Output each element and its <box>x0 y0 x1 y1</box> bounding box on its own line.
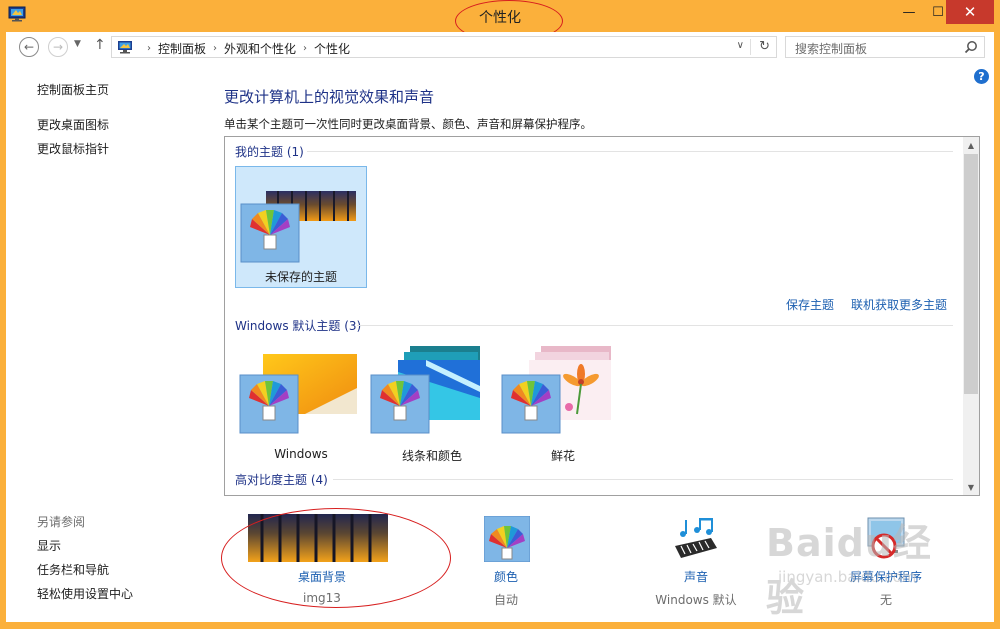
theme-windows[interactable]: Windows <box>235 342 367 464</box>
theme-lines-colors[interactable]: 线条和颜色 <box>366 342 498 464</box>
sidebar-item-taskbar[interactable]: 任务栏和导航 <box>37 561 109 578</box>
sidebar-item-ease-of-access[interactable]: 轻松使用设置中心 <box>37 585 133 602</box>
high-contrast-group-title: 高对比度主题 (4) <box>235 473 328 487</box>
theme-thumbnail <box>239 354 357 434</box>
sound-icon <box>675 518 717 558</box>
sidebar-item-display[interactable]: 显示 <box>37 537 61 554</box>
recent-locations-dropdown[interactable]: ▼ <box>74 39 81 49</box>
search-input[interactable]: 搜索控制面板 <box>785 36 985 58</box>
get-more-themes-link[interactable]: 联机获取更多主题 <box>851 296 947 313</box>
screensaver-label[interactable]: 屏幕保护程序 <box>836 568 936 585</box>
close-button[interactable]: ✕ <box>946 0 994 24</box>
screensaver-setting[interactable]: 屏幕保护程序 无 <box>836 514 936 610</box>
theme-name: 线条和颜色 <box>401 449 462 463</box>
sidebar-item-desktop-icons[interactable]: 更改桌面图标 <box>37 116 109 133</box>
page-description: 单击某个主题可一次性同时更改桌面背景、颜色、声音和屏幕保护程序。 <box>224 117 592 131</box>
breadcrumb: › 控制面板 › 外观和个性化 › 个性化 <box>140 40 350 57</box>
back-button[interactable]: ← <box>19 37 39 57</box>
help-icon[interactable]: ? <box>974 69 989 84</box>
sound-setting[interactable]: 声音 Windows 默认 <box>646 514 746 610</box>
screensaver-value: 无 <box>879 593 892 607</box>
screensaver-icon <box>867 517 905 559</box>
color-setting[interactable]: 颜色 自动 <box>466 514 546 610</box>
breadcrumb-appearance[interactable]: 外观和个性化 <box>224 40 296 57</box>
sound-label[interactable]: 声音 <box>646 568 746 585</box>
theme-thumbnail <box>370 346 480 434</box>
color-value: 自动 <box>493 593 518 607</box>
navigation-bar: ← → ▼ ↑ › 控制面板 › 外观和个性化 › 个性化 ∨ ↻ 搜索控制面板 <box>6 32 994 62</box>
address-divider <box>750 39 751 55</box>
theme-name: 鲜花 <box>550 449 575 463</box>
desktop-background-value: img13 <box>303 591 341 605</box>
my-themes-group-title: 我的主题 (1) <box>235 145 304 159</box>
color-palette-icon <box>484 516 530 562</box>
see-also-title: 另请参阅 <box>37 515 86 529</box>
scroll-up-button[interactable]: ▲ <box>963 137 979 153</box>
group-divider <box>307 151 953 152</box>
theme-thumbnail <box>240 191 356 263</box>
search-placeholder: 搜索控制面板 <box>795 42 868 56</box>
breadcrumb-separator[interactable]: › <box>213 43 217 54</box>
breadcrumb-separator[interactable]: › <box>147 43 151 54</box>
up-button[interactable]: ↑ <box>94 37 106 53</box>
theme-name: Windows <box>274 447 328 461</box>
themes-scrollbar[interactable]: ▲ ▼ <box>963 137 979 495</box>
breadcrumb-personalization[interactable]: 个性化 <box>314 40 350 57</box>
minimize-button[interactable]: — <box>894 0 924 24</box>
refresh-icon[interactable]: ↻ <box>759 39 770 54</box>
window-client-area: ← → ▼ ↑ › 控制面板 › 外观和个性化 › 个性化 ∨ ↻ 搜索控制面板… <box>6 32 994 622</box>
themes-list: 我的主题 (1) 未保存的主题 保存主题 联机获取更多主题 Windows 默认… <box>224 136 980 496</box>
group-divider <box>357 325 953 326</box>
scroll-thumb[interactable] <box>964 154 978 394</box>
default-themes-group-title: Windows 默认主题 (3) <box>235 319 362 333</box>
sidebar-item-mouse-pointers[interactable]: 更改鼠标指针 <box>37 140 109 157</box>
sound-value: Windows 默认 <box>655 593 737 607</box>
breadcrumb-separator[interactable]: › <box>303 43 307 54</box>
desktop-background-label[interactable]: 桌面背景 <box>240 568 404 585</box>
desktop-background-setting[interactable]: 桌面背景 img13 <box>240 512 404 608</box>
theme-name: 未保存的主题 <box>264 270 337 284</box>
window-title: 个性化 <box>479 10 521 26</box>
theme-unsaved[interactable]: 未保存的主题 <box>235 166 367 288</box>
search-icon[interactable] <box>964 40 978 54</box>
breadcrumb-control-panel[interactable]: 控制面板 <box>158 40 206 57</box>
desktop-background-thumbnail <box>248 514 388 562</box>
title-bar[interactable]: 个性化 — ☐ ✕ <box>0 0 1000 42</box>
personalization-window: 个性化 — ☐ ✕ ← → ▼ ↑ › 控制面板 › 外观和个性化 › 个性化 … <box>0 0 1000 629</box>
address-bar[interactable]: › 控制面板 › 外观和个性化 › 个性化 ∨ ↻ <box>111 36 777 58</box>
theme-flowers[interactable]: 鲜花 <box>497 342 629 464</box>
forward-button[interactable]: → <box>48 37 68 57</box>
address-dropdown-icon[interactable]: ∨ <box>737 40 744 51</box>
group-divider <box>333 479 953 480</box>
theme-thumbnail <box>501 346 611 434</box>
color-label[interactable]: 颜色 <box>466 568 546 585</box>
control-panel-icon <box>118 41 132 54</box>
save-theme-link[interactable]: 保存主题 <box>786 296 834 313</box>
scroll-down-button[interactable]: ▼ <box>963 479 979 495</box>
sidebar-item-home[interactable]: 控制面板主页 <box>37 81 109 98</box>
page-title: 更改计算机上的视觉效果和声音 <box>224 88 435 106</box>
